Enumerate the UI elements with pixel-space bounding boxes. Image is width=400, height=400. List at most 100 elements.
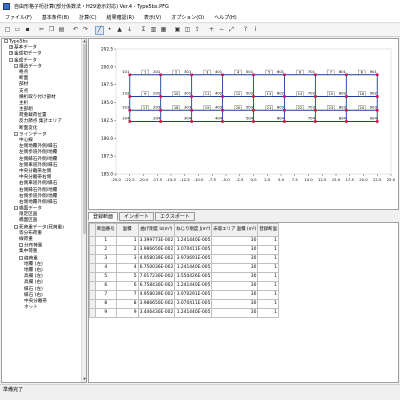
table-cell[interactable]: 1 — [257, 299, 279, 309]
tree-item[interactable]: ネット — [2, 305, 86, 311]
plan-view-canvas[interactable]: 202.5 200.0 197.5 195.0 192.5 190.0 187.5 185.0… — [88, 38, 399, 210]
load-icon[interactable]: ↓ — [125, 26, 134, 35]
info-icon[interactable]: i — [251, 26, 260, 35]
table-cell[interactable]: 1 — [95, 236, 117, 246]
column-header[interactable]: 登録断面 — [257, 223, 279, 237]
table-cell[interactable]: 3 — [95, 254, 117, 264]
table-cell[interactable]: 1 — [257, 254, 279, 264]
table-row[interactable]: 6 6 6.758430E-002 1.241440E-005 30 1 — [89, 281, 279, 291]
zoom-out-icon[interactable]: − — [217, 26, 226, 35]
menu-item-2[interactable]: 計算(C) — [74, 14, 101, 21]
table-cell[interactable]: 5 — [95, 272, 117, 282]
column-header[interactable]: 断面番号 — [95, 223, 117, 237]
table-row[interactable]: 3 3 4.958039E-002 3.970691E-005 30 1 — [89, 254, 279, 264]
table-cell[interactable]: 30 — [211, 245, 259, 255]
table-row[interactable]: 2 2 3.986650E-002 3.070411E-005 30 1 — [89, 245, 279, 255]
table-row[interactable]: 9 9 3.446430E-002 1.241440E-005 30 1 — [89, 308, 279, 318]
expand-icon[interactable]: + — [9, 45, 13, 50]
menu-item-1[interactable]: 基本条件(B) — [37, 14, 74, 21]
table-cell[interactable]: 3.970691E-005 — [174, 254, 213, 264]
column-header[interactable]: ねじり剛度 J(m⁴) — [174, 223, 213, 237]
table-cell[interactable]: 1 — [115, 236, 139, 246]
table-row[interactable]: 1 1 3.399773E-002 1.241440E-005 30 1 — [89, 236, 279, 246]
menu-item-0[interactable]: ファイル(F) — [0, 14, 37, 21]
calc-icon[interactable]: Σ — [139, 26, 148, 35]
table-cell[interactable]: 3.446430E-002 — [137, 308, 176, 318]
table-cell[interactable]: 30 — [211, 299, 259, 309]
column-header[interactable]: 床版エリア 面積 (m²) — [211, 223, 259, 237]
table-cell[interactable]: 1 — [257, 308, 279, 318]
table-cell[interactable]: 4.958039E-002 — [137, 254, 176, 264]
table-row[interactable]: 5 5 7.017230E-002 3.550426E-005 30 1 — [89, 272, 279, 282]
print-icon[interactable]: ▣ — [173, 26, 182, 35]
cut-icon[interactable]: ✂ — [37, 26, 46, 35]
table-cell[interactable]: 3.399773E-002 — [137, 236, 176, 246]
table-cell[interactable]: 30 — [211, 281, 259, 291]
table-cell[interactable]: 1 — [257, 236, 279, 246]
table-cell[interactable]: 30 — [211, 272, 259, 282]
scroll-thumb[interactable] — [83, 44, 86, 234]
table-cell[interactable]: 1 — [257, 281, 279, 291]
table-cell[interactable]: 4 — [115, 263, 139, 273]
fit-icon[interactable]: ⤢ — [227, 26, 236, 35]
column-header[interactable]: 曲げ剛度 Iz(m⁴) — [137, 223, 176, 237]
scroll-down-icon[interactable]: ▼ — [82, 377, 86, 382]
open-icon[interactable]: ▭ — [13, 26, 22, 35]
collapse-icon[interactable]: - — [14, 224, 18, 229]
table-cell[interactable]: 6 — [115, 281, 139, 291]
project-tree[interactable]: - Type5bs +基本データ +金成初データ - 金成データ - 構造データ 格点 断面 部材支… — [1, 38, 87, 383]
table-cell[interactable]: 30 — [211, 290, 259, 300]
table-cell[interactable]: 1.241440E-005 — [174, 263, 213, 273]
graph-icon[interactable]: ▦ — [159, 26, 168, 35]
table-cell[interactable]: 7 — [115, 290, 139, 300]
table-cell[interactable]: 1 — [257, 245, 279, 255]
table-cell[interactable]: 30 — [211, 308, 259, 318]
table-cell[interactable]: 30 — [211, 263, 259, 273]
help-icon[interactable]: ? — [241, 26, 250, 35]
table-cell[interactable]: 2 — [115, 245, 139, 255]
tab-1[interactable]: インポート — [119, 212, 155, 221]
collapse-icon[interactable]: - — [19, 243, 23, 248]
table-cell[interactable]: 6.758430E-002 — [137, 281, 176, 291]
table-cell[interactable]: 8 — [115, 299, 139, 309]
table-row[interactable]: 7 7 4.958039E-002 3.970291E-005 30 1 — [89, 290, 279, 300]
collapse-icon[interactable]: - — [19, 255, 23, 260]
table-row[interactable]: 4 4 6.750036E-002 1.241440E-005 30 1 — [89, 263, 279, 273]
table-cell[interactable]: 1 — [257, 263, 279, 273]
table-cell[interactable]: 8 — [95, 299, 117, 309]
export-icon[interactable]: ⇪ — [193, 26, 202, 35]
table-row[interactable]: 8 8 3.986650E-002 3.070411E-005 30 1 — [89, 299, 279, 309]
menu-item-3[interactable]: 結果確認(R) — [102, 14, 139, 21]
menu-item-4[interactable]: 表示(V) — [139, 14, 166, 21]
collapse-icon[interactable]: - — [4, 39, 8, 43]
menu-item-5[interactable]: オプション(O) — [166, 14, 209, 21]
redo-icon[interactable]: ↷ — [81, 26, 90, 35]
table-cell[interactable]: 9 — [115, 308, 139, 318]
table-cell[interactable]: 1.241440E-005 — [174, 236, 213, 246]
new-file-icon[interactable]: □ — [3, 26, 12, 35]
tab-2[interactable]: エクスポート — [155, 212, 195, 221]
table-cell[interactable]: 1 — [257, 272, 279, 282]
zoom-in-icon[interactable]: + — [207, 26, 216, 35]
collapse-icon[interactable]: - — [9, 57, 13, 62]
node-icon[interactable]: • — [105, 26, 114, 35]
table-cell[interactable]: 4 — [95, 263, 117, 273]
table-cell[interactable]: 5 — [115, 272, 139, 282]
collapse-icon[interactable]: - — [14, 206, 18, 211]
table-cell[interactable]: 2 — [95, 245, 117, 255]
support-icon[interactable]: ▲ — [115, 26, 124, 35]
menu-item-6[interactable]: ヘルプ(H) — [209, 14, 242, 21]
table-cell[interactable]: 30 — [211, 254, 259, 264]
collapse-icon[interactable]: - — [14, 63, 18, 68]
plan-view-svg[interactable]: 202.5200.0197.5195.0192.5190.0187.5185.0… — [89, 39, 398, 209]
copy-icon[interactable]: ❐ — [47, 26, 56, 35]
table-cell[interactable]: 3.070411E-005 — [174, 245, 213, 255]
table-cell[interactable]: 3.986650E-002 — [137, 245, 176, 255]
table-cell[interactable]: 7.017230E-002 — [137, 272, 176, 282]
collapse-icon[interactable]: - — [14, 131, 18, 136]
table-cell[interactable]: 30 — [211, 236, 259, 246]
paste-icon[interactable]: ▤ — [57, 26, 66, 35]
undo-icon[interactable]: ↶ — [71, 26, 80, 35]
save-icon[interactable]: ▪ — [23, 26, 32, 35]
table-cell[interactable]: 6.750036E-002 — [137, 263, 176, 273]
